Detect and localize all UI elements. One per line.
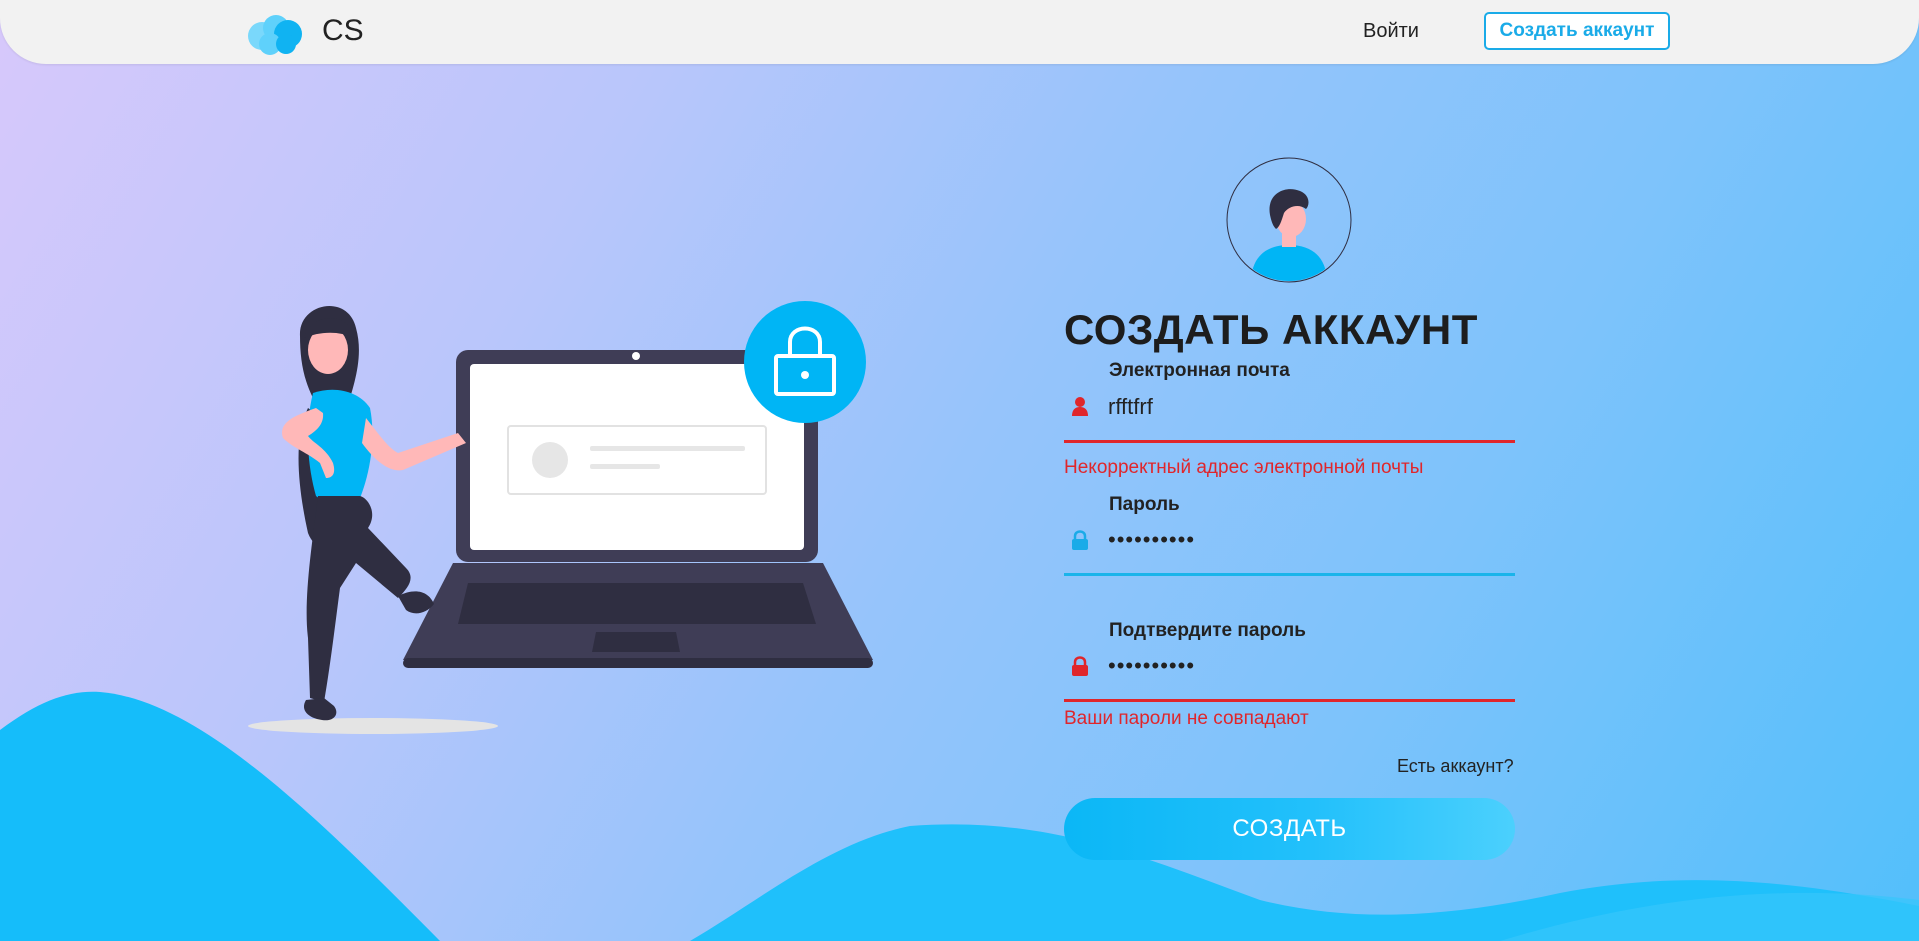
login-link[interactable]: Войти <box>1363 20 1419 43</box>
form-title: СОЗДАТЬ АККАУНТ <box>1064 306 1478 353</box>
password-input[interactable] <box>1108 522 1504 558</box>
email-input[interactable] <box>1108 389 1504 425</box>
user-icon <box>1072 397 1088 416</box>
confirm-password-underline <box>1064 699 1515 702</box>
lock-icon <box>1072 530 1088 550</box>
password-label: Пароль <box>1109 494 1180 515</box>
woman-laptop-illustration <box>248 301 873 734</box>
have-account-link[interactable]: Есть аккаунт? <box>1397 756 1514 777</box>
confirm-password-input[interactable] <box>1108 648 1504 684</box>
cloud-logo-icon[interactable] <box>246 10 310 56</box>
email-underline <box>1064 440 1515 443</box>
email-error: Некорректный адрес электронной почты <box>1064 457 1424 478</box>
confirm-password-error: Ваши пароли не совпадают <box>1064 708 1309 729</box>
lock-icon <box>1072 656 1088 676</box>
confirm-password-label: Подтвердите пароль <box>1109 620 1306 641</box>
password-underline <box>1064 573 1515 576</box>
user-avatar <box>1226 157 1352 283</box>
brand-name[interactable]: CS <box>322 14 364 48</box>
navbar: CS Войти Создать аккаунт <box>0 0 1919 64</box>
email-label: Электронная почта <box>1109 360 1290 381</box>
create-account-submit-button[interactable]: СОЗДАТЬ <box>1064 798 1515 860</box>
create-account-nav-button[interactable]: Создать аккаунт <box>1484 12 1670 50</box>
